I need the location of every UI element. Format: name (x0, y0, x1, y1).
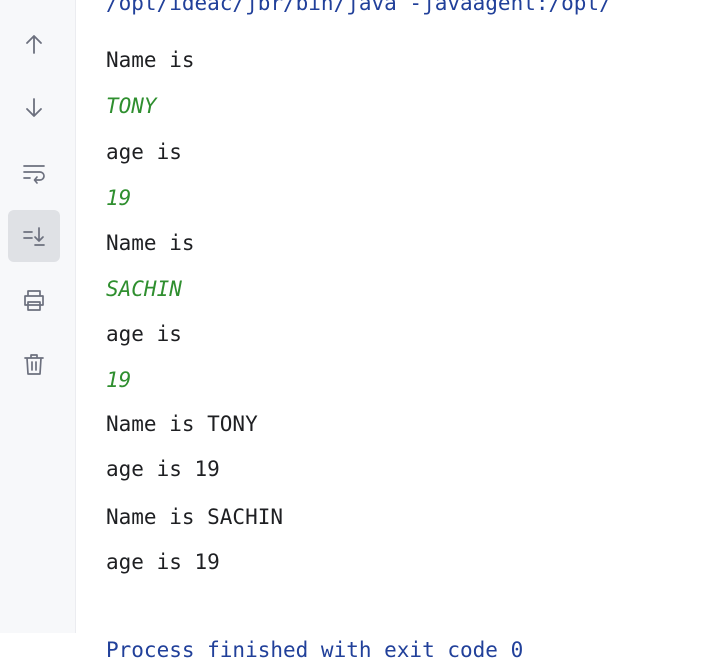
next-occurrence-button[interactable] (8, 82, 60, 134)
process-exit-message: Process finished with exit code 0 (106, 638, 524, 661)
soft-wrap-icon (23, 165, 45, 184)
user-input-line: 19 (106, 186, 132, 210)
user-input-line: 19 (106, 368, 132, 392)
run-console-window: /opt/ideac/jbr/bin/java -javaagent:/opt/… (0, 0, 711, 661)
soft-wrap-button[interactable] (8, 146, 60, 198)
output-line: Name is TONY (106, 412, 258, 436)
user-input-line: TONY (106, 94, 157, 118)
scroll-to-end-button[interactable] (8, 210, 60, 262)
arrow-up-icon (26, 35, 42, 54)
console-toolbar (0, 0, 76, 633)
output-line: Name is (106, 48, 195, 72)
scroll-to-end-icon (23, 227, 45, 246)
output-line: Name is SACHIN (106, 505, 284, 529)
output-line: age is (106, 140, 182, 164)
print-button[interactable] (8, 274, 60, 326)
print-icon (24, 290, 44, 311)
trash-icon (24, 354, 44, 375)
output-line: Name is (106, 231, 195, 255)
command-line: /opt/ideac/jbr/bin/java -javaagent:/opt/ (106, 0, 612, 15)
output-line: age is 19 (106, 550, 220, 574)
clear-all-button[interactable] (8, 338, 60, 390)
output-line: age is 19 (106, 457, 220, 481)
console-output[interactable]: /opt/ideac/jbr/bin/java -javaagent:/opt/… (106, 0, 711, 661)
user-input-line: SACHIN (106, 277, 182, 301)
output-line: age is (106, 322, 182, 346)
arrow-down-icon (26, 98, 42, 117)
previous-occurrence-button[interactable] (8, 18, 60, 70)
